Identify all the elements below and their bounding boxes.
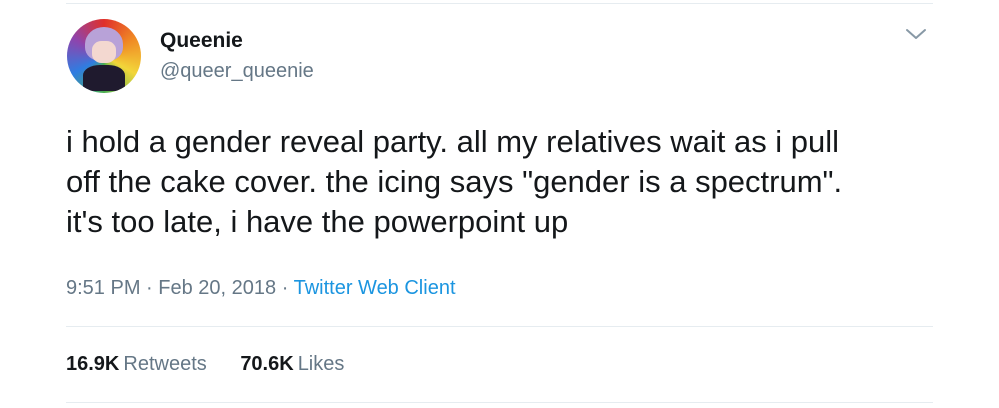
user-handle[interactable]: @queer_queenie [160, 60, 314, 83]
retweets-stat[interactable]: 16.9K Retweets [66, 353, 207, 376]
retweets-count: 16.9K [66, 353, 120, 375]
divider [66, 326, 933, 327]
avatar-anime-character-rainbow-icon [81, 27, 127, 91]
meta-separator: · [281, 277, 289, 299]
likes-label: Likes [297, 353, 345, 375]
meta-separator: · [146, 277, 153, 299]
display-name[interactable]: Queenie [160, 29, 243, 53]
tweet-meta: 9:51 PM · Feb 20, 2018 · Twitter Web Cli… [66, 277, 456, 300]
likes-count: 70.6K [240, 353, 294, 375]
top-divider [66, 3, 933, 4]
retweets-label: Retweets [123, 353, 207, 375]
tweet-text-line: i hold a gender reveal party. all my rel… [66, 124, 840, 159]
tweet-text-line: it's too late, i have the powerpoint up [66, 204, 569, 239]
tweet-text: i hold a gender reveal party. all my rel… [66, 122, 946, 242]
bottom-divider [66, 402, 933, 403]
tweet-text-line: off the cake cover. the icing says "gend… [66, 164, 843, 199]
tweet-source-link[interactable]: Twitter Web Client [294, 277, 456, 299]
tweet-stats: 16.9K Retweets 70.6K Likes [66, 353, 372, 376]
chevron-down-icon[interactable] [904, 26, 928, 42]
tweet-date[interactable]: Feb 20, 2018 [158, 277, 276, 299]
tweet-time[interactable]: 9:51 PM [66, 277, 140, 299]
avatar[interactable] [67, 19, 141, 93]
likes-stat[interactable]: 70.6K Likes [240, 353, 344, 376]
